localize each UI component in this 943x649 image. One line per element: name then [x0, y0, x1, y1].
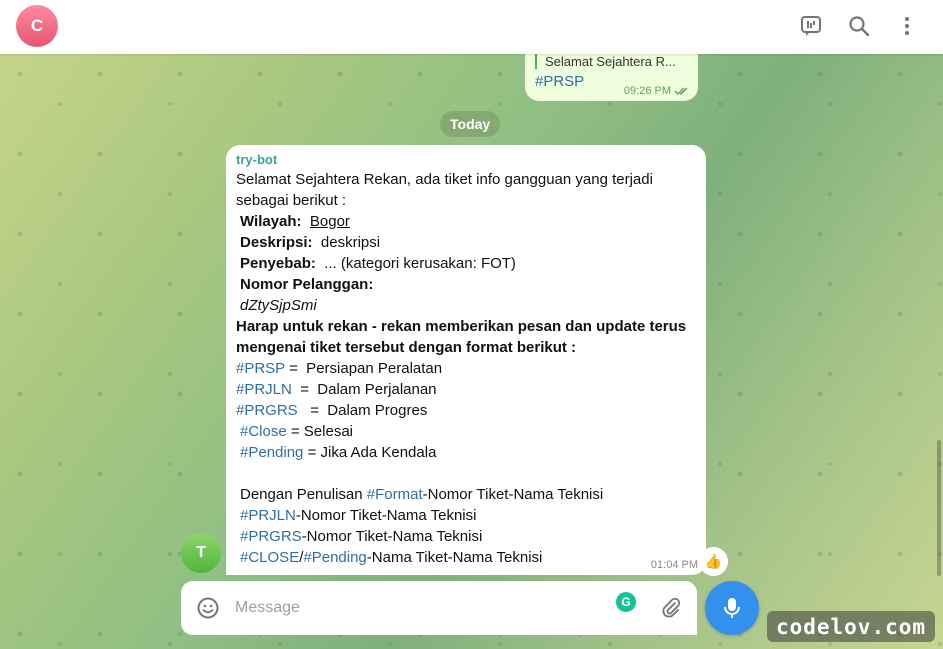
reaction-thumbs-up[interactable]: 👍 [699, 547, 728, 576]
hashtag-link[interactable]: #Pending [303, 549, 366, 566]
date-separator: Today [440, 111, 501, 137]
example-text: -Nama Tiket-Nama Teknisi [366, 549, 543, 566]
attach-icon[interactable] [658, 595, 684, 621]
message-time: 09:26 PM [624, 85, 690, 97]
wilayah-value: Bogor [309, 213, 350, 230]
search-icon[interactable] [846, 13, 872, 39]
hashtag-link[interactable]: #PRJLN [240, 507, 296, 524]
hashtag-link[interactable]: #Close [240, 423, 287, 440]
wilayah-row: Wilayah: Bogor [236, 211, 696, 232]
incoming-time: 01:04 PM [650, 559, 698, 571]
format-desc: = Persiapan Peralatan [284, 360, 443, 377]
example-text: -Nomor Tiket-Nama Teknisi [295, 507, 477, 524]
hashtag-link[interactable]: #PRGRS [240, 528, 302, 545]
wilayah-label: Wilayah: [240, 213, 302, 230]
example-row: #PRGRS-Nomor Tiket-Nama Teknisi [236, 526, 696, 547]
format-desc: = Dalam Perjalanan [291, 381, 437, 398]
message-input[interactable] [235, 593, 595, 623]
hashtag-link[interactable]: #Pending [240, 444, 303, 461]
deskripsi-label: Deskripsi: [240, 234, 313, 251]
incoming-message[interactable]: try-bot Selamat Sejahtera Rekan, ada tik… [226, 145, 706, 575]
format-row: #Pending = Jika Ada Kendala [236, 442, 696, 463]
format-desc: = Jika Ada Kendala [303, 444, 437, 461]
writing-row: Dengan Penulisan #Format-Nomor Tiket-Nam… [236, 484, 696, 505]
sender-name[interactable]: try-bot [236, 152, 696, 167]
deskripsi-value: deskripsi [320, 234, 381, 251]
hashtag-link[interactable]: #PRSP [236, 360, 285, 377]
format-desc: = Dalam Progres [297, 402, 428, 419]
chat-bubble-icon[interactable] [798, 13, 824, 39]
more-vertical-icon[interactable] [894, 13, 920, 39]
nomor-value: dZtySjpSmi [240, 297, 317, 314]
hashtag-link[interactable]: #Format [367, 486, 423, 503]
example-row: #CLOSE/#Pending-Nama Tiket-Nama Teknisi [236, 547, 696, 568]
watermark: codelov.com [767, 611, 935, 642]
message-body: Selamat Sejahtera Rekan, ada tiket info … [236, 169, 696, 568]
intro-line-1: Selamat Sejahtera Rekan, ada tiket info … [236, 171, 653, 188]
format-row: #Close = Selesai [236, 421, 696, 442]
chat-avatar[interactable]: C [16, 5, 58, 47]
example-text: -Nomor Tiket-Nama Teknisi [301, 528, 483, 545]
grammarly-icon[interactable]: G [616, 592, 636, 612]
deskripsi-row: Deskripsi: deskripsi [236, 232, 696, 253]
request-line-1: Harap untuk rekan - rekan memberikan pes… [236, 318, 687, 335]
message-composer: G [181, 581, 697, 635]
penyebab-row: Penyebab: ... (kategori kerusakan: FOT) [236, 253, 696, 274]
writing-prefix: Dengan Penulisan [240, 486, 367, 503]
reply-preview[interactable]: Selamat Sejahtera R... [535, 54, 688, 69]
scrollbar[interactable] [937, 440, 941, 576]
microphone-icon [724, 598, 740, 618]
intro-line-2: sebagai berikut : [236, 192, 347, 209]
outgoing-time: 09:26 PM [623, 85, 671, 97]
format-desc: = Selesai [286, 423, 353, 440]
double-check-icon [674, 87, 688, 96]
writing-suffix: -Nomor Tiket-Nama Teknisi [422, 486, 604, 503]
sender-avatar[interactable]: T [181, 533, 221, 573]
penyebab-value: ... (kategori kerusakan: FOT) [324, 255, 516, 272]
nomor-label: Nomor Pelanggan: [240, 276, 374, 293]
example-row: #PRJLN-Nomor Tiket-Nama Teknisi [236, 505, 696, 526]
request-line-2: mengenai tiket tersebut dengan format be… [236, 339, 577, 356]
format-row: #PRSP = Persiapan Peralatan [236, 358, 696, 379]
chat-header: C [0, 0, 943, 54]
format-row: #PRGRS = Dalam Progres [236, 400, 696, 421]
penyebab-label: Penyebab: [240, 255, 316, 272]
emoji-icon[interactable] [195, 595, 221, 621]
format-row: #PRJLN = Dalam Perjalanan [236, 379, 696, 400]
hashtag-link[interactable]: #CLOSE [240, 549, 299, 566]
hashtag-link[interactable]: #PRGRS [236, 402, 298, 419]
microphone-button[interactable] [705, 581, 759, 635]
hashtag-link[interactable]: #PRJLN [236, 381, 292, 398]
